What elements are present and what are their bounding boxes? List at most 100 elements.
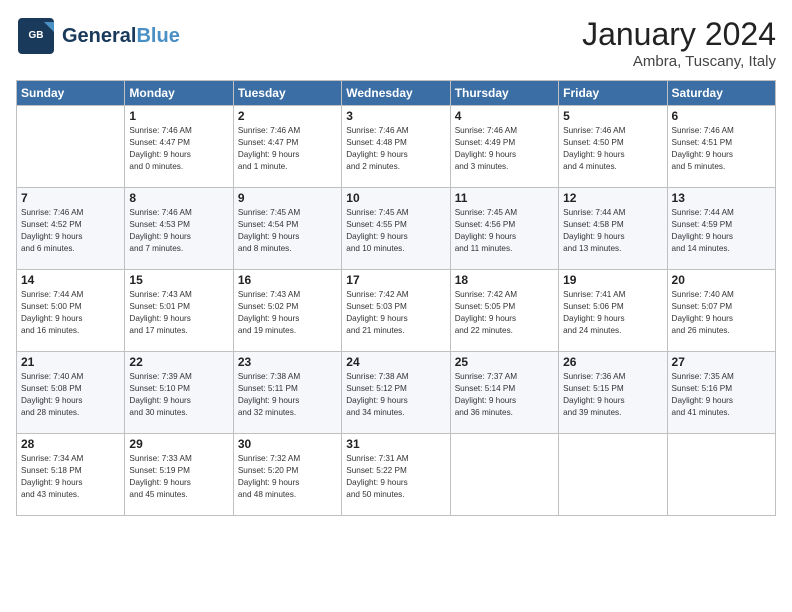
sunset-text: Sunset: 5:18 PM [21,465,120,477]
daylight-text: Daylight: 9 hours [672,231,771,243]
sunset-text: Sunset: 4:48 PM [346,137,445,149]
day-number: 11 [455,191,554,205]
day-number: 10 [346,191,445,205]
day-number: 24 [346,355,445,369]
cell-data: Sunrise: 7:46 AMSunset: 4:51 PMDaylight:… [672,125,771,173]
cell-data: Sunrise: 7:46 AMSunset: 4:50 PMDaylight:… [563,125,662,173]
cell-data: Sunrise: 7:46 AMSunset: 4:53 PMDaylight:… [129,207,228,255]
sunset-text: Sunset: 5:11 PM [238,383,337,395]
table-cell: 31Sunrise: 7:31 AMSunset: 5:22 PMDayligh… [342,434,450,516]
table-cell: 18Sunrise: 7:42 AMSunset: 5:05 PMDayligh… [450,270,558,352]
table-cell: 17 Sunrise: 7:42 AMSunset: 5:03 PMDayligh… [342,270,450,352]
sunset-text: Sunset: 4:58 PM [563,219,662,231]
svg-text:GB: GB [29,30,44,41]
day-number: 17 [346,273,445,287]
sunset-text: Sunset: 4:59 PM [672,219,771,231]
sunrise-text: Sunrise: 7:46 AM [129,207,228,219]
table-cell: 23Sunrise: 7:38 AMSunset: 5:11 PMDayligh… [233,352,341,434]
sunset-text: Sunset: 5:22 PM [346,465,445,477]
cell-data: Sunrise: 7:35 AMSunset: 5:16 PMDaylight:… [672,371,771,419]
daylight-text-2: and 1 minute. [238,161,337,173]
sunrise-text: Sunrise: 7:43 AM [238,289,337,301]
table-cell: 7Sunrise: 7:46 AMSunset: 4:52 PMDaylight… [17,188,125,270]
sunset-text: Sunset: 5:20 PM [238,465,337,477]
sunrise-text: Sunrise: 7:42 AM [346,289,445,301]
logo-name: GeneralBlue [62,26,180,46]
sunset-text: Sunset: 5:05 PM [455,301,554,313]
daylight-text-2: and 8 minutes. [238,243,337,255]
sunrise-text: Sunrise: 7:46 AM [455,125,554,137]
sunset-text: Sunset: 5:07 PM [672,301,771,313]
day-number: 27 [672,355,771,369]
cell-data: Sunrise: 7:44 AMSunset: 4:58 PMDaylight:… [563,207,662,255]
sunrise-text: Sunrise: 7:45 AM [346,207,445,219]
daylight-text: Daylight: 9 hours [238,395,337,407]
daylight-text: Daylight: 9 hours [563,149,662,161]
title-block: January 2024 Ambra, Tuscany, Italy [582,16,776,70]
logo-text-block: GeneralBlue [62,26,180,46]
cell-data: Sunrise: 7:33 AMSunset: 5:19 PMDaylight:… [129,453,228,501]
cell-data: Sunrise: 7:46 AMSunset: 4:48 PMDaylight:… [346,125,445,173]
header: GB GeneralBlue January 2024 Ambra, Tusca… [16,16,776,70]
table-cell: 16Sunrise: 7:43 AMSunset: 5:02 PMDayligh… [233,270,341,352]
daylight-text: Daylight: 9 hours [455,395,554,407]
day-number: 12 [563,191,662,205]
daylight-text-2: and 16 minutes. [21,325,120,337]
cell-data: Sunrise: 7:40 AMSunset: 5:07 PMDaylight:… [672,289,771,337]
day-number: 20 [672,273,771,287]
daylight-text: Daylight: 9 hours [455,231,554,243]
sunrise-text: Sunrise: 7:41 AM [563,289,662,301]
cell-data: Sunrise: 7:46 AMSunset: 4:47 PMDaylight:… [129,125,228,173]
table-cell: 19Sunrise: 7:41 AMSunset: 5:06 PMDayligh… [559,270,667,352]
table-cell: 15Sunrise: 7:43 AMSunset: 5:01 PMDayligh… [125,270,233,352]
sunset-text: Sunset: 4:55 PM [346,219,445,231]
daylight-text-2: and 3 minutes. [455,161,554,173]
cell-data: Sunrise: 7:46 AMSunset: 4:49 PMDaylight:… [455,125,554,173]
day-number: 1 [129,109,228,123]
sunrise-text: Sunrise: 7:34 AM [21,453,120,465]
daylight-text-2: and 7 minutes. [129,243,228,255]
sunset-text: Sunset: 5:16 PM [672,383,771,395]
sunset-text: Sunset: 4:47 PM [129,137,228,149]
sunset-text: Sunset: 4:52 PM [21,219,120,231]
table-cell: 10 Sunrise: 7:45 AMSunset: 4:55 PMDayligh… [342,188,450,270]
table-row: 14Sunrise: 7:44 AMSunset: 5:00 PMDayligh… [17,270,776,352]
table-row: 21Sunrise: 7:40 AMSunset: 5:08 PMDayligh… [17,352,776,434]
sunrise-text: Sunrise: 7:45 AM [238,207,337,219]
cell-data: Sunrise: 7:42 AMSunset: 5:03 PMDaylight:… [346,289,445,337]
sunrise-text: Sunrise: 7:32 AM [238,453,337,465]
cell-data: Sunrise: 7:44 AMSunset: 4:59 PMDaylight:… [672,207,771,255]
sunrise-text: Sunrise: 7:38 AM [346,371,445,383]
sunset-text: Sunset: 4:50 PM [563,137,662,149]
cell-data: Sunrise: 7:37 AMSunset: 5:14 PMDaylight:… [455,371,554,419]
table-cell: 4 Sunrise: 7:46 AMSunset: 4:49 PMDaylight… [450,106,558,188]
cell-data: Sunrise: 7:45 AMSunset: 4:55 PMDaylight:… [346,207,445,255]
daylight-text: Daylight: 9 hours [563,395,662,407]
daylight-text: Daylight: 9 hours [238,149,337,161]
cell-data: Sunrise: 7:43 AMSunset: 5:01 PMDaylight:… [129,289,228,337]
day-number: 21 [21,355,120,369]
sunset-text: Sunset: 4:51 PM [672,137,771,149]
daylight-text: Daylight: 9 hours [346,149,445,161]
daylight-text-2: and 13 minutes. [563,243,662,255]
day-number: 16 [238,273,337,287]
daylight-text: Daylight: 9 hours [21,395,120,407]
table-row: 28Sunrise: 7:34 AMSunset: 5:18 PMDayligh… [17,434,776,516]
sunrise-text: Sunrise: 7:44 AM [672,207,771,219]
page-title: January 2024 [582,16,776,53]
daylight-text: Daylight: 9 hours [455,149,554,161]
daylight-text-2: and 28 minutes. [21,407,120,419]
table-cell: 8Sunrise: 7:46 AMSunset: 4:53 PMDaylight… [125,188,233,270]
daylight-text-2: and 39 minutes. [563,407,662,419]
day-number: 4 [455,109,554,123]
daylight-text-2: and 2 minutes. [346,161,445,173]
daylight-text: Daylight: 9 hours [672,395,771,407]
daylight-text-2: and 36 minutes. [455,407,554,419]
table-cell: 28Sunrise: 7:34 AMSunset: 5:18 PMDayligh… [17,434,125,516]
sunrise-text: Sunrise: 7:46 AM [129,125,228,137]
table-cell: 13Sunrise: 7:44 AMSunset: 4:59 PMDayligh… [667,188,775,270]
cell-data: Sunrise: 7:45 AMSunset: 4:54 PMDaylight:… [238,207,337,255]
sunrise-text: Sunrise: 7:39 AM [129,371,228,383]
day-number: 5 [563,109,662,123]
table-cell [17,106,125,188]
